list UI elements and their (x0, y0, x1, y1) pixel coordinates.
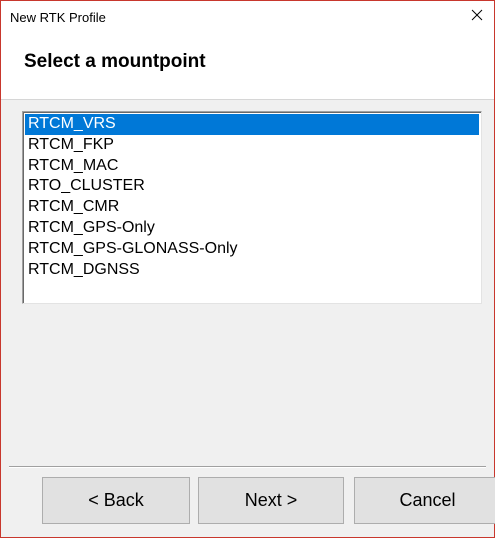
page-title: Select a mountpoint (24, 51, 206, 72)
title-bar[interactable]: New RTK Profile (1, 1, 494, 33)
close-icon (471, 8, 483, 26)
dialog-window: New RTK Profile Select a mountpoint RTCM… (0, 0, 495, 538)
footer-divider-highlight (9, 467, 486, 468)
mountpoint-item[interactable]: RTCM_GPS-GLONASS-Only (25, 239, 479, 260)
header-divider (1, 99, 494, 100)
wizard-header: Select a mountpoint (1, 33, 494, 99)
next-button[interactable]: Next > (198, 477, 344, 524)
close-button[interactable] (460, 1, 494, 33)
mountpoint-item[interactable]: RTCM_MAC (25, 156, 479, 177)
mountpoint-list: RTCM_VRS RTCM_FKP RTCM_MAC RTO_CLUSTER RTCM_… (25, 114, 479, 280)
mountpoint-listbox[interactable]: RTCM_VRS RTCM_FKP RTCM_MAC RTO_CLUSTER RTCM_… (22, 111, 482, 304)
back-button[interactable]: < Back (42, 477, 190, 524)
mountpoint-item[interactable]: RTCM_FKP (25, 135, 479, 156)
mountpoint-item[interactable]: RTCM_GPS-Only (25, 218, 479, 239)
cancel-button[interactable]: Cancel (354, 477, 495, 524)
mountpoint-item[interactable]: RTCM_CMR (25, 197, 479, 218)
mountpoint-item[interactable]: RTCM_DGNSS (25, 260, 479, 281)
mountpoint-item[interactable]: RTO_CLUSTER (25, 176, 479, 197)
window-title: New RTK Profile (10, 10, 106, 25)
mountpoint-item[interactable]: RTCM_VRS (25, 114, 479, 135)
